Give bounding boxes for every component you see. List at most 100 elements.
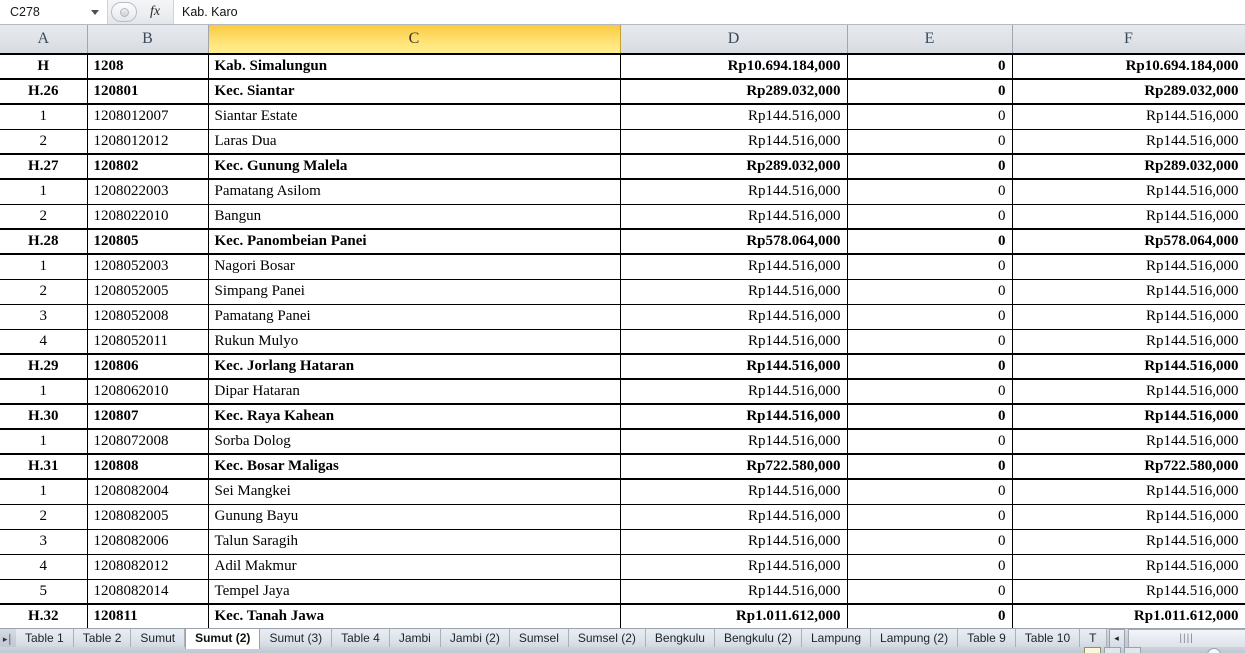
cell-C[interactable]: Dipar Hataran: [208, 379, 621, 405]
sheet-tab[interactable]: Table 10: [1015, 629, 1081, 649]
table-row[interactable]: 2 1208022010 Bangun Rp144.516,000 0 Rp144.516…: [0, 204, 1245, 230]
table-row[interactable]: H 1208 Kab. Simalungun Rp10.694.184,000 0 Rp1…: [0, 53, 1245, 80]
cell-E[interactable]: 0: [847, 53, 1013, 80]
cell-B[interactable]: 120811: [87, 603, 209, 628]
cell-D[interactable]: Rp289.032,000: [620, 153, 848, 180]
cell-C[interactable]: Kec. Gunung Malela: [208, 153, 621, 180]
scroll-left-arrow-icon[interactable]: ◂: [1108, 629, 1125, 648]
horizontal-scrollbar[interactable]: ||||: [1127, 629, 1245, 648]
cell-A[interactable]: 2: [0, 204, 88, 230]
cell-D[interactable]: Rp144.516,000: [620, 279, 848, 305]
page-break-view-icon[interactable]: [1124, 647, 1141, 653]
cell-F[interactable]: Rp144.516,000: [1012, 304, 1245, 330]
cell-C[interactable]: Tempel Jaya: [208, 579, 621, 605]
cell-B[interactable]: 1208: [87, 53, 209, 80]
cell-A[interactable]: 5: [0, 579, 88, 605]
cell-A[interactable]: H.31: [0, 453, 88, 480]
cell-C[interactable]: Pamatang Asilom: [208, 179, 621, 205]
cell-C[interactable]: Bangun: [208, 204, 621, 230]
cell-A[interactable]: H.26: [0, 78, 88, 105]
table-row[interactable]: 3 1208052008 Pamatang Panei Rp144.516,000 0 R…: [0, 304, 1245, 330]
chevron-down-icon[interactable]: [91, 9, 99, 15]
cell-D[interactable]: Rp144.516,000: [620, 104, 848, 130]
cell-D[interactable]: Rp144.516,000: [620, 504, 848, 530]
cell-B[interactable]: 1208082014: [87, 579, 209, 605]
cell-C[interactable]: Kec. Bosar Maligas: [208, 453, 621, 480]
cell-E[interactable]: 0: [847, 353, 1013, 380]
column-header-b[interactable]: B: [87, 25, 209, 55]
table-row[interactable]: 1 1208062010 Dipar Hataran Rp144.516,000 0 Rp…: [0, 379, 1245, 405]
cell-E[interactable]: 0: [847, 429, 1013, 455]
cell-B[interactable]: 120802: [87, 153, 209, 180]
cell-A[interactable]: H.30: [0, 403, 88, 430]
sheet-tab[interactable]: Bengkulu (2): [714, 629, 802, 649]
cell-F[interactable]: Rp144.516,000: [1012, 104, 1245, 130]
table-row[interactable]: 2 1208012012 Laras Dua Rp144.516,000 0 Rp144.…: [0, 129, 1245, 155]
cell-A[interactable]: 2: [0, 279, 88, 305]
cell-D[interactable]: Rp144.516,000: [620, 579, 848, 605]
cell-E[interactable]: 0: [847, 204, 1013, 230]
cell-B[interactable]: 120806: [87, 353, 209, 380]
cell-A[interactable]: 2: [0, 504, 88, 530]
cell-A[interactable]: 4: [0, 554, 88, 580]
column-header-f[interactable]: F: [1012, 25, 1245, 55]
sheet-tab[interactable]: Sumut (2): [185, 629, 261, 649]
cell-A[interactable]: 3: [0, 304, 88, 330]
cell-C[interactable]: Adil Makmur: [208, 554, 621, 580]
cell-E[interactable]: 0: [847, 379, 1013, 405]
cell-B[interactable]: 1208082004: [87, 479, 209, 505]
cell-A[interactable]: H.29: [0, 353, 88, 380]
cell-B[interactable]: 1208072008: [87, 429, 209, 455]
cell-C[interactable]: Sorba Dolog: [208, 429, 621, 455]
table-row[interactable]: H.30 120807 Kec. Raya Kahean Rp144.516,000 0…: [0, 403, 1245, 430]
cell-A[interactable]: 2: [0, 129, 88, 155]
table-row[interactable]: H.31 120808 Kec. Bosar Maligas Rp722.580,00…: [0, 453, 1245, 480]
cell-C[interactable]: Sei Mangkei: [208, 479, 621, 505]
cell-F[interactable]: Rp144.516,000: [1012, 353, 1245, 380]
cell-F[interactable]: Rp144.516,000: [1012, 579, 1245, 605]
column-header-d[interactable]: D: [620, 25, 848, 55]
table-row[interactable]: H.26 120801 Kec. Siantar Rp289.032,000 0 Rp28…: [0, 78, 1245, 105]
normal-view-icon[interactable]: [1084, 647, 1101, 653]
first-sheet-nav-icon[interactable]: ▸│: [0, 629, 16, 649]
table-row[interactable]: H.27 120802 Kec. Gunung Malela Rp289.032,00…: [0, 153, 1245, 180]
cell-F[interactable]: Rp144.516,000: [1012, 429, 1245, 455]
cell-F[interactable]: Rp144.516,000: [1012, 279, 1245, 305]
table-row[interactable]: 1 1208082004 Sei Mangkei Rp144.516,000 0 Rp14…: [0, 479, 1245, 505]
table-row[interactable]: H.32 120811 Kec. Tanah Jawa Rp1.011.612,000…: [0, 603, 1245, 628]
cell-E[interactable]: 0: [847, 104, 1013, 130]
zoom-slider-knob[interactable]: [1207, 648, 1221, 653]
cell-F[interactable]: Rp144.516,000: [1012, 479, 1245, 505]
sheet-tab[interactable]: Bengkulu: [645, 629, 715, 649]
cell-B[interactable]: 120808: [87, 453, 209, 480]
cell-E[interactable]: 0: [847, 479, 1013, 505]
formula-input[interactable]: Kab. Karo: [173, 0, 1245, 24]
sheet-tab[interactable]: T: [1080, 629, 1107, 649]
sheet-tab[interactable]: Sumsel: [509, 629, 569, 649]
sheet-tab[interactable]: Table 1: [16, 629, 74, 649]
formula-bar-expand-button[interactable]: [111, 2, 137, 22]
cell-B[interactable]: 1208052008: [87, 304, 209, 330]
cell-E[interactable]: 0: [847, 453, 1013, 480]
cell-B[interactable]: 120805: [87, 228, 209, 255]
cell-D[interactable]: Rp144.516,000: [620, 129, 848, 155]
cell-F[interactable]: Rp144.516,000: [1012, 179, 1245, 205]
cell-E[interactable]: 0: [847, 254, 1013, 280]
spreadsheet-grid[interactable]: ABCDEF H 1208 Kab. Simalungun Rp10.694.184,…: [0, 25, 1245, 628]
cell-D[interactable]: Rp1.011.612,000: [620, 603, 848, 628]
table-row[interactable]: 3 1208082006 Talun Saragih Rp144.516,000 0 Rp…: [0, 529, 1245, 555]
cell-E[interactable]: 0: [847, 529, 1013, 555]
cell-E[interactable]: 0: [847, 153, 1013, 180]
cell-D[interactable]: Rp10.694.184,000: [620, 53, 848, 80]
cell-D[interactable]: Rp144.516,000: [620, 403, 848, 430]
table-row[interactable]: 4 1208082012 Adil Makmur Rp144.516,000 0 Rp14…: [0, 554, 1245, 580]
cell-B[interactable]: 1208082005: [87, 504, 209, 530]
sheet-tab[interactable]: Lampung: [801, 629, 872, 649]
cell-F[interactable]: Rp144.516,000: [1012, 254, 1245, 280]
cell-F[interactable]: Rp144.516,000: [1012, 329, 1245, 355]
cell-D[interactable]: Rp144.516,000: [620, 529, 848, 555]
cell-A[interactable]: 3: [0, 529, 88, 555]
cell-C[interactable]: Laras Dua: [208, 129, 621, 155]
cell-B[interactable]: 1208062010: [87, 379, 209, 405]
cell-B[interactable]: 1208052003: [87, 254, 209, 280]
